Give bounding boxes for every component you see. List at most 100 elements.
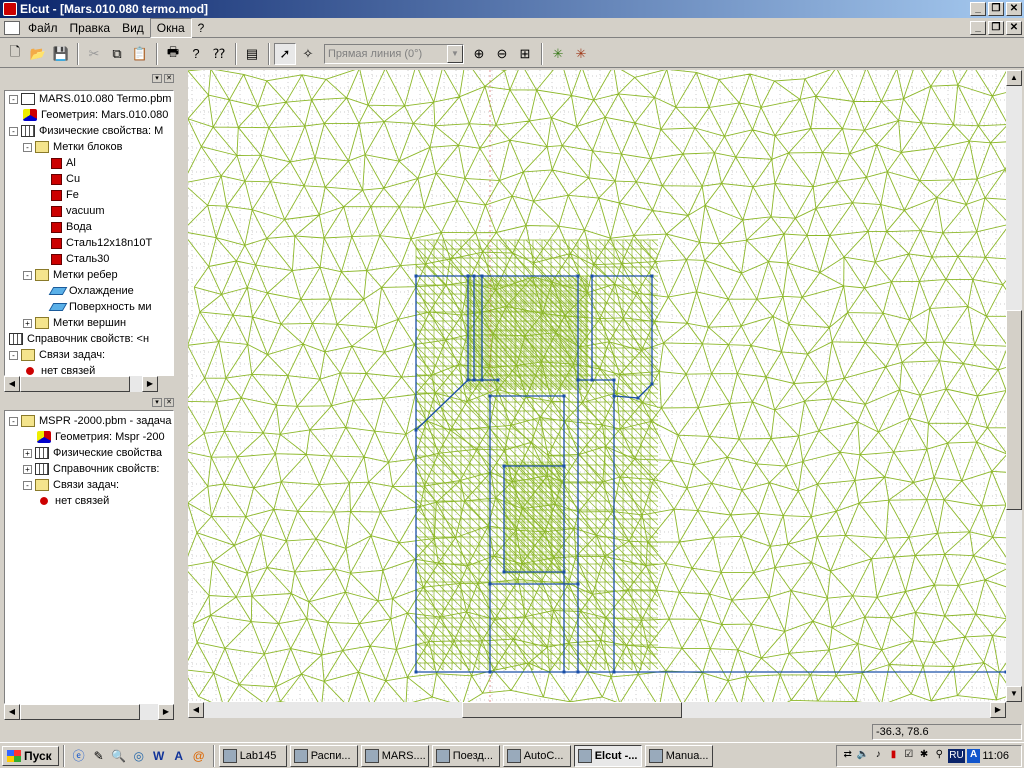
font-a-icon[interactable]: A: [967, 749, 981, 763]
tree-item[interactable]: нет связей: [23, 363, 95, 375]
network-icon[interactable]: ⇄: [841, 749, 854, 763]
speaker-icon[interactable]: ♪: [872, 749, 885, 763]
expand-icon[interactable]: +: [23, 318, 32, 328]
app-a-icon[interactable]: A: [169, 746, 189, 766]
scroll-left-icon[interactable]: ◀: [4, 376, 20, 392]
tree-item[interactable]: - MARS.010.080 Termo.pbm -: [9, 91, 173, 107]
panel-menu-icon[interactable]: ▾: [152, 74, 162, 83]
outlook-icon[interactable]: @: [189, 746, 209, 766]
search-icon[interactable]: 🔍: [109, 746, 129, 766]
document-icon[interactable]: [4, 20, 20, 35]
restore-button[interactable]: ❐: [988, 2, 1004, 16]
volume-icon[interactable]: 🔈: [856, 749, 869, 763]
collapse-icon[interactable]: -: [23, 270, 32, 280]
menu-edit[interactable]: Правка: [64, 19, 117, 37]
insert-mode-icon[interactable]: ✧: [297, 43, 319, 65]
zoom-out-icon[interactable]: ⊖: [491, 43, 513, 65]
menu-help[interactable]: ?: [192, 19, 211, 37]
doc-minimize-button[interactable]: _: [970, 21, 986, 35]
app-icon[interactable]: [3, 2, 17, 16]
tree-item[interactable]: vacuum: [51, 203, 105, 219]
mesh-canvas[interactable]: [188, 70, 1006, 702]
scroll-down-icon[interactable]: ▼: [1006, 686, 1022, 702]
notepad-icon[interactable]: ✎: [89, 746, 109, 766]
tree-item[interactable]: - MSPR -2000.pbm - задача: [9, 413, 172, 429]
tree-item[interactable]: Поверхность ми: [48, 299, 152, 315]
tree-item[interactable]: Al: [51, 155, 76, 171]
menu-windows[interactable]: Окна: [149, 17, 192, 38]
remove-mesh-icon[interactable]: ✳: [570, 43, 592, 65]
menu-view[interactable]: Вид: [116, 19, 150, 37]
tree-item[interactable]: Справочник свойств: <н: [9, 331, 149, 347]
tree-item[interactable]: + Физические свойства: [23, 445, 162, 461]
help-icon[interactable]: ?: [185, 43, 207, 65]
tree-item[interactable]: + Справочник свойств:: [23, 461, 159, 477]
canvas-vertical-scrollbar[interactable]: ▲ ▼: [1006, 70, 1022, 702]
ok-icon[interactable]: ☑: [902, 749, 915, 763]
scroll-thumb[interactable]: [462, 702, 682, 718]
build-mesh-icon[interactable]: ✳: [547, 43, 569, 65]
scroll-right-icon[interactable]: ▶: [990, 702, 1006, 718]
collapse-icon[interactable]: -: [23, 480, 32, 490]
canvas-horizontal-scrollbar[interactable]: ◀ ▶: [188, 702, 1006, 718]
minimize-button[interactable]: _: [970, 2, 986, 16]
collapse-icon[interactable]: -: [9, 94, 18, 104]
menu-file[interactable]: Файл: [22, 19, 64, 37]
scroll-right-icon[interactable]: ▶: [142, 376, 158, 392]
scroll-up-icon[interactable]: ▲: [1006, 70, 1022, 86]
windows-layout-icon[interactable]: ▤: [241, 43, 263, 65]
expand-icon[interactable]: +: [23, 464, 32, 474]
mesh-view[interactable]: [188, 70, 1006, 702]
taskbar-task[interactable]: AutoC...: [502, 744, 571, 767]
taskbar-task[interactable]: Поезд...: [431, 744, 500, 767]
print-icon[interactable]: 🖶: [162, 43, 184, 65]
zoom-fit-icon[interactable]: ⊞: [514, 43, 536, 65]
chevron-down-icon[interactable]: ▼: [447, 44, 463, 63]
tree-horizontal-scrollbar[interactable]: ◀ ▶: [4, 376, 158, 392]
scroll-left-icon[interactable]: ◀: [188, 702, 204, 718]
scroll-thumb[interactable]: [1006, 310, 1022, 510]
panel-close-icon[interactable]: ✕: [164, 398, 174, 407]
tree-item[interactable]: + Метки вершин: [23, 315, 126, 331]
select-arrow-icon[interactable]: ➚: [274, 42, 296, 65]
panel-close-icon[interactable]: ✕: [164, 74, 174, 83]
scroll-thumb[interactable]: [20, 704, 140, 720]
start-button[interactable]: Пуск: [2, 745, 59, 766]
cut-icon[interactable]: ✂: [83, 43, 105, 65]
tree-item[interactable]: - Метки ребер: [23, 267, 118, 283]
line-type-select[interactable]: Прямая линия (0°) ▼: [324, 43, 464, 64]
doc-restore-button[interactable]: ❐: [988, 21, 1004, 35]
tree-item[interactable]: Сталь12х18n10T: [51, 235, 152, 251]
tree-item[interactable]: нет связей: [37, 493, 109, 509]
open-folder-icon[interactable]: 📂: [27, 43, 49, 65]
language-indicator[interactable]: RU: [947, 749, 966, 763]
close-button[interactable]: ✕: [1006, 2, 1022, 16]
tree-item[interactable]: - Метки блоков: [23, 139, 122, 155]
scroll-right-icon[interactable]: ▶: [158, 704, 174, 720]
expand-icon[interactable]: +: [23, 448, 32, 458]
collapse-icon[interactable]: -: [23, 142, 32, 152]
tree-item[interactable]: Охлаждение: [48, 283, 134, 299]
save-icon[interactable]: 💾: [50, 43, 72, 65]
tree-horizontal-scrollbar[interactable]: ◀ ▶: [4, 704, 174, 720]
usb-icon[interactable]: ⚲: [933, 749, 946, 763]
tree-item[interactable]: Cu: [51, 171, 80, 187]
taskbar-task[interactable]: Lab145: [218, 744, 287, 767]
collapse-icon[interactable]: -: [9, 350, 18, 360]
tree-item[interactable]: - Физические свойства: M: [9, 123, 163, 139]
tree-item[interactable]: - Связи задач:: [9, 347, 105, 363]
panel-menu-icon[interactable]: ▾: [152, 398, 162, 407]
tree-item[interactable]: - Связи задач:: [23, 477, 119, 493]
taskbar-task[interactable]: Elcut -...: [573, 744, 642, 767]
taskbar-task[interactable]: Manua...: [644, 744, 713, 767]
collapse-icon[interactable]: -: [9, 126, 18, 136]
collapse-icon[interactable]: -: [9, 416, 18, 426]
ie-icon[interactable]: ⓔ: [69, 746, 89, 766]
new-file-icon[interactable]: 🗋: [4, 43, 26, 65]
tree-item[interactable]: Геометрия: Mars.010.080: [23, 107, 168, 123]
tree-item[interactable]: Сталь30: [51, 251, 109, 267]
context-help-icon[interactable]: ⁇: [208, 43, 230, 65]
scroll-thumb[interactable]: [20, 376, 130, 392]
doc-close-button[interactable]: ✕: [1006, 21, 1022, 35]
scroll-left-icon[interactable]: ◀: [4, 704, 20, 720]
